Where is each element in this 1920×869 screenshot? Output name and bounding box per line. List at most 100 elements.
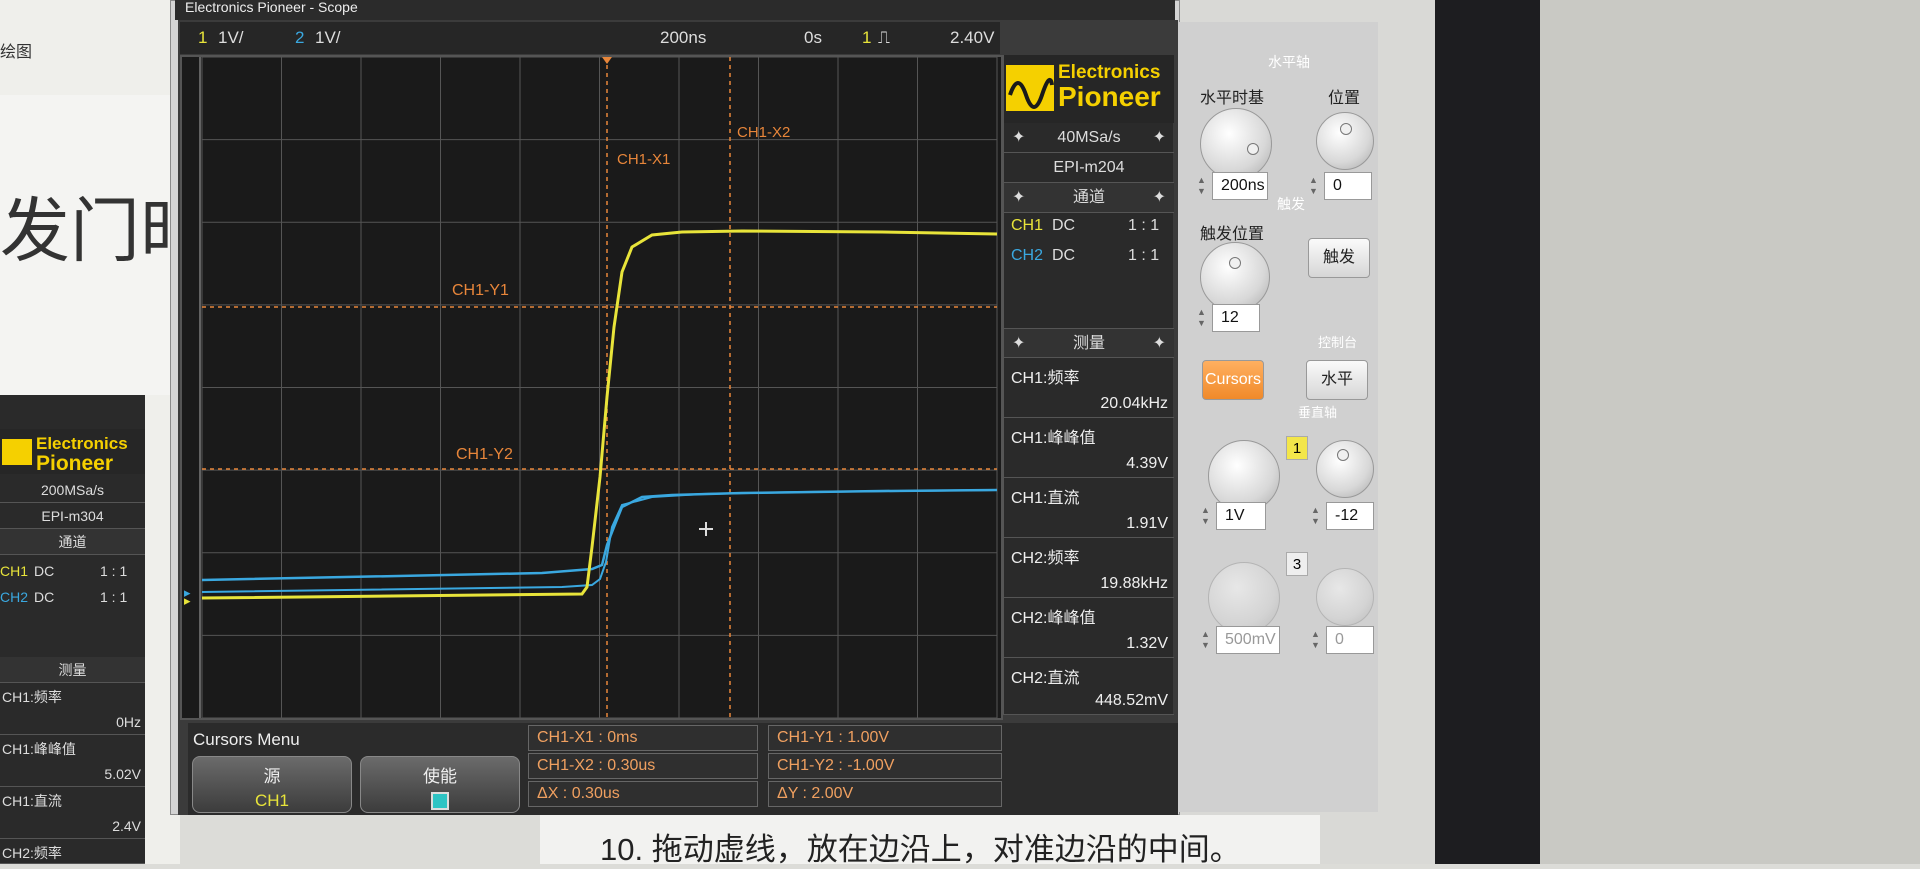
left-ch2-ratio: 1 : 1 [100, 589, 128, 605]
waveform-plot[interactable]: CH1-X1 CH1-X2 CH1-Y1 CH1-Y2 ▸ ▸ [182, 57, 1001, 718]
trigger-position-knob[interactable] [1200, 242, 1270, 312]
measurement-label: CH2:频率 [1011, 550, 1080, 567]
brand-logo: Electronics Pioneer [1004, 55, 1174, 123]
trigger-position-spinbox[interactable]: ▲ ▼ 12 [1197, 304, 1260, 332]
left-meas-value: 2.4V [112, 818, 141, 834]
ch1-offset-spinbox[interactable]: ▲ ▼ -12 [1311, 502, 1374, 530]
cursor-x1-readout: CH1-X1 : 0ms [528, 725, 758, 751]
ch2-ratio: 1 : 1 [1128, 247, 1160, 264]
ch3-volts-spinbox[interactable]: ▲ ▼ 500mV [1201, 626, 1280, 654]
measurement-label: CH1:频率 [1011, 370, 1080, 387]
ch1-scale: 1V/ [218, 28, 244, 47]
left-measure-header: 测量 [0, 657, 145, 683]
left-meas-label: CH1:频率 [2, 689, 62, 705]
arrow-left-icon[interactable]: ✦ [1012, 123, 1025, 153]
left-ch2-coupling: DC [34, 589, 55, 605]
trigger-position-marker[interactable] [602, 57, 612, 64]
cursors-button[interactable]: Cursors [1202, 360, 1264, 400]
ch3-volts-value: 500mV [1225, 631, 1276, 648]
monitor-bezel [1435, 0, 1540, 864]
cursor-y1-readout: CH1-Y1 : 1.00V [768, 725, 1002, 751]
measurement-value: 1.91V [1126, 515, 1168, 532]
ch2-coupling: DC [1052, 247, 1076, 264]
expand-icon[interactable]: ✦ [1012, 329, 1025, 359]
expand-icon[interactable]: ✦ [1153, 329, 1166, 359]
measurement-item[interactable]: CH2:峰峰值 1.32V [1004, 598, 1174, 658]
left-scope-panel: Electronics Pioneer 200MSa/s EPI-m304 通道… [0, 395, 145, 864]
ch1-volts-spinbox[interactable]: ▲ ▼ 1V [1201, 502, 1266, 530]
horizontal-button[interactable]: 水平 [1306, 360, 1368, 400]
trigger-position-label: 触发位置 [1200, 226, 1265, 243]
timebase-spinbox[interactable]: ▲ ▼ 200ns [1197, 172, 1268, 200]
enable-button[interactable]: 使能 [360, 756, 520, 813]
channels-header[interactable]: ✦ 通道 ✦ [1004, 183, 1174, 213]
left-meas-label: CH2:频率 [2, 845, 62, 861]
ch3-badge: 3 [1286, 552, 1308, 576]
measurement-label: CH2:直流 [1011, 670, 1080, 687]
position-knob[interactable] [1316, 112, 1374, 170]
ch1-number: 1 [198, 28, 208, 47]
ch2-number: 2 [295, 28, 305, 47]
measure-header[interactable]: ✦ 测量 ✦ [1004, 328, 1174, 358]
measurement-item[interactable]: CH1:频率 20.04kHz [1004, 358, 1174, 418]
grid [201, 57, 998, 718]
ch3-offset-knob[interactable] [1316, 568, 1374, 626]
trigger-button[interactable]: 触发 [1308, 238, 1370, 278]
measurement-panel: Electronics Pioneer ✦ 40MSa/s ✦ EPI-m204… [1003, 55, 1174, 715]
left-meas-row: CH1:频率 0Hz [0, 683, 145, 735]
position-spinbox[interactable]: ▲ ▼ 0 [1309, 172, 1372, 200]
logo-wave-icon [2, 439, 32, 465]
trigger-edge-icon: ⎍ [878, 28, 890, 47]
control-panel: 水平轴 水平时基 位置 ▲ ▼ 200ns ▲ ▼ 0 触发 触发位置 ▲ ▼ 12 触发 … [1178, 22, 1378, 812]
cursor-y2-label: CH1-Y2 [456, 446, 513, 463]
timebase-value: 200ns [1221, 177, 1265, 194]
measurement-item[interactable]: CH1:直流 1.91V [1004, 478, 1174, 538]
left-ch1-coupling: DC [34, 563, 55, 579]
measurement-value: 1.32V [1126, 635, 1168, 652]
left-meas-row: CH1:峰峰值 5.02V [0, 735, 145, 787]
expand-icon[interactable]: ✦ [1012, 183, 1025, 213]
ch1-volts-value: 1V [1225, 507, 1245, 524]
ch1-coupling: DC [1052, 217, 1076, 234]
left-ch1-name: CH1 [0, 563, 29, 579]
expand-icon[interactable]: ✦ [1153, 183, 1166, 213]
control-header: 控制台 [1318, 335, 1358, 350]
source-label: 源 [263, 767, 281, 786]
measurement-item[interactable]: CH2:频率 19.88kHz [1004, 538, 1174, 598]
left-meas-row: CH1:直流 2.4V [0, 787, 145, 839]
scope-topbar: 1 1V/ 2 1V/ 200ns 0s 1 ⎍ 2.40V [180, 22, 1000, 54]
trigger-header: 触发 [1277, 196, 1305, 212]
timebase-label: 水平时基 [1200, 90, 1265, 107]
logo-text-bottom: Pioneer [1058, 81, 1161, 112]
source-button[interactable]: 源 CH1 [192, 756, 352, 813]
ch3-volts-knob[interactable] [1208, 562, 1280, 634]
delta-x-readout: ΔX : 0.30us [528, 781, 758, 807]
measurement-label: CH1:直流 [1011, 490, 1080, 507]
wall [1540, 0, 1920, 864]
timebase-knob[interactable] [1200, 108, 1272, 180]
ch1-ground-marker[interactable]: ▸ [184, 593, 191, 608]
left-meas-label: CH1:峰峰值 [2, 741, 76, 757]
offset-readout: 0s [804, 28, 822, 47]
arrow-right-icon[interactable]: ✦ [1153, 123, 1166, 153]
left-meas-value: 5.02V [104, 766, 141, 782]
left-meas-value: 0Hz [116, 714, 141, 730]
enable-label: 使能 [423, 767, 457, 786]
measurement-item[interactable]: CH2:直流 448.52mV [1004, 658, 1174, 715]
position-value: 0 [1333, 177, 1342, 194]
enable-checkbox[interactable] [431, 792, 449, 810]
sample-rate: 40MSa/s [1057, 129, 1121, 146]
waveform-screen[interactable]: CH1-X1 CH1-X2 CH1-Y1 CH1-Y2 ▸ ▸ [180, 55, 1003, 720]
ch1-offset-knob[interactable] [1316, 440, 1374, 498]
ch1-name: CH1 [1011, 217, 1044, 234]
cursor-y2-readout: CH1-Y2 : -1.00V [768, 753, 1002, 779]
logo-text-top: Electronics [1058, 62, 1161, 83]
measurement-item[interactable]: CH1:峰峰值 4.39V [1004, 418, 1174, 478]
left-menu-label[interactable]: 绘图 [0, 38, 32, 62]
cursors-menu: Cursors Menu 源 CH1 使能 CH1-X1 : 0ms CH1-X… [188, 723, 1178, 815]
ch3-offset-value: 0 [1335, 631, 1344, 648]
ch3-offset-spinbox[interactable]: ▲ ▼ 0 [1311, 626, 1374, 654]
timebase-readout: 200ns [660, 28, 707, 47]
sample-rate-row[interactable]: ✦ 40MSa/s ✦ [1004, 123, 1174, 153]
model-row: EPI-m204 [1004, 153, 1174, 183]
